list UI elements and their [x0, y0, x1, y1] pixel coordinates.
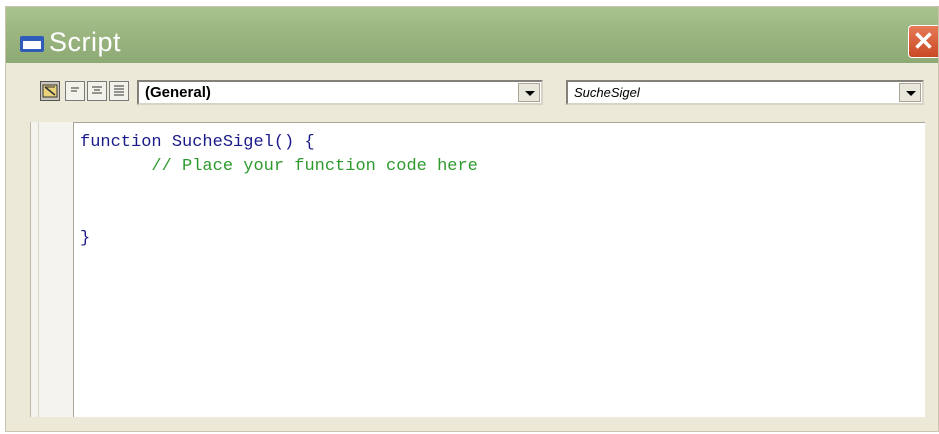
line-gutter: [38, 122, 74, 417]
function-signature: SucheSigel() {: [161, 133, 315, 152]
code-editor[interactable]: function SucheSigel() { // Place your fu…: [74, 122, 925, 417]
window-title: Script: [49, 27, 122, 57]
chevron-down-icon[interactable]: [899, 83, 921, 102]
code-comment: // Place your function code here: [151, 157, 478, 176]
closing-brace: }: [80, 229, 91, 248]
align-center-icon: [92, 86, 102, 94]
window-icon: [20, 36, 44, 52]
align-center-button[interactable]: [87, 81, 107, 101]
keyword-function: function: [80, 133, 162, 152]
chevron-down-icon[interactable]: [518, 83, 540, 102]
align-justify-button[interactable]: [109, 81, 129, 101]
procedure-select-value: SucheSigel: [574, 85, 640, 100]
title-bar[interactable]: Script ✕: [6, 7, 938, 63]
align-left-icon: [71, 87, 79, 92]
code-text[interactable]: function SucheSigel() { // Place your fu…: [80, 131, 478, 251]
align-left-button[interactable]: [65, 81, 85, 101]
close-icon: ✕: [912, 26, 935, 56]
procedure-select[interactable]: SucheSigel: [566, 80, 924, 105]
object-select-value: (General): [145, 84, 211, 101]
object-browser-button[interactable]: [40, 81, 60, 101]
object-browser-icon: [42, 84, 58, 98]
align-justify-icon: [114, 85, 124, 96]
close-button[interactable]: ✕: [908, 25, 938, 58]
object-select[interactable]: (General): [137, 80, 543, 105]
